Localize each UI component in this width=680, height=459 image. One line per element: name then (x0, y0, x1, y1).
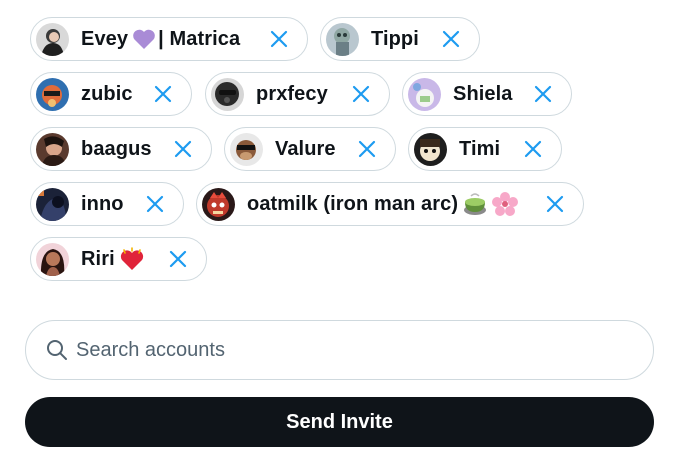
avatar-zubic (36, 77, 69, 111)
account-chip-valure[interactable]: Valure (224, 127, 396, 171)
search-field[interactable] (25, 320, 654, 380)
account-name: Tippi (371, 27, 419, 50)
account-name: Evey (81, 27, 129, 50)
search-icon (47, 340, 67, 360)
close-icon[interactable] (351, 84, 371, 104)
account-name-suffix: | Matrica (158, 27, 241, 50)
account-chip-baagus[interactable]: baagus (30, 127, 212, 171)
close-icon[interactable] (173, 139, 193, 159)
cherry-blossom-icon (492, 192, 519, 216)
close-icon[interactable] (145, 194, 165, 214)
account-name: Shiela (453, 82, 513, 105)
close-icon[interactable] (357, 139, 377, 159)
account-name: prxfecy (256, 82, 328, 105)
account-chip-shiela[interactable]: Shiela (402, 72, 572, 116)
account-name: zubic (81, 82, 133, 105)
account-name: Timi (459, 137, 501, 160)
avatar-timi (414, 132, 447, 166)
avatar-tippi (326, 22, 359, 56)
avatar-baagus (36, 132, 69, 166)
close-icon[interactable] (533, 84, 553, 104)
search-input[interactable] (76, 330, 636, 370)
avatar-shiela (408, 77, 441, 111)
close-icon[interactable] (441, 29, 461, 49)
account-name: Riri (81, 247, 115, 270)
avatar-prxfecy (211, 77, 244, 111)
purple-heart-icon (132, 28, 156, 50)
close-icon[interactable] (523, 139, 543, 159)
selected-accounts-list: Evey | Matrica Tippi zubic prxfecy Shiel… (0, 0, 680, 300)
close-icon[interactable] (545, 194, 565, 214)
avatar-inno (36, 187, 69, 221)
account-name: baagus (81, 137, 152, 160)
account-chip-riri[interactable]: Riri (30, 237, 207, 281)
close-icon[interactable] (269, 29, 289, 49)
account-chip-evey[interactable]: Evey | Matrica (30, 17, 308, 61)
account-chip-timi[interactable]: Timi (408, 127, 562, 171)
sparkling-heart-icon (119, 247, 145, 271)
avatar-riri (36, 242, 69, 276)
account-chip-tippi[interactable]: Tippi (320, 17, 480, 61)
account-name: inno (81, 192, 124, 215)
close-icon[interactable] (153, 84, 173, 104)
avatar-valure (230, 132, 263, 166)
account-chip-zubic[interactable]: zubic (30, 72, 192, 116)
account-chip-inno[interactable]: inno (30, 182, 184, 226)
avatar-oatmilk (202, 187, 235, 221)
account-chip-oatmilk[interactable]: oatmilk (iron man arc) (196, 182, 584, 226)
matcha-icon (462, 192, 488, 216)
send-invite-button[interactable]: Send Invite (25, 397, 654, 447)
close-icon[interactable] (168, 249, 188, 269)
avatar-evey (36, 22, 69, 56)
account-chip-prxfecy[interactable]: prxfecy (205, 72, 390, 116)
account-name: Valure (275, 137, 336, 160)
account-name: oatmilk (iron man arc) (247, 192, 459, 215)
